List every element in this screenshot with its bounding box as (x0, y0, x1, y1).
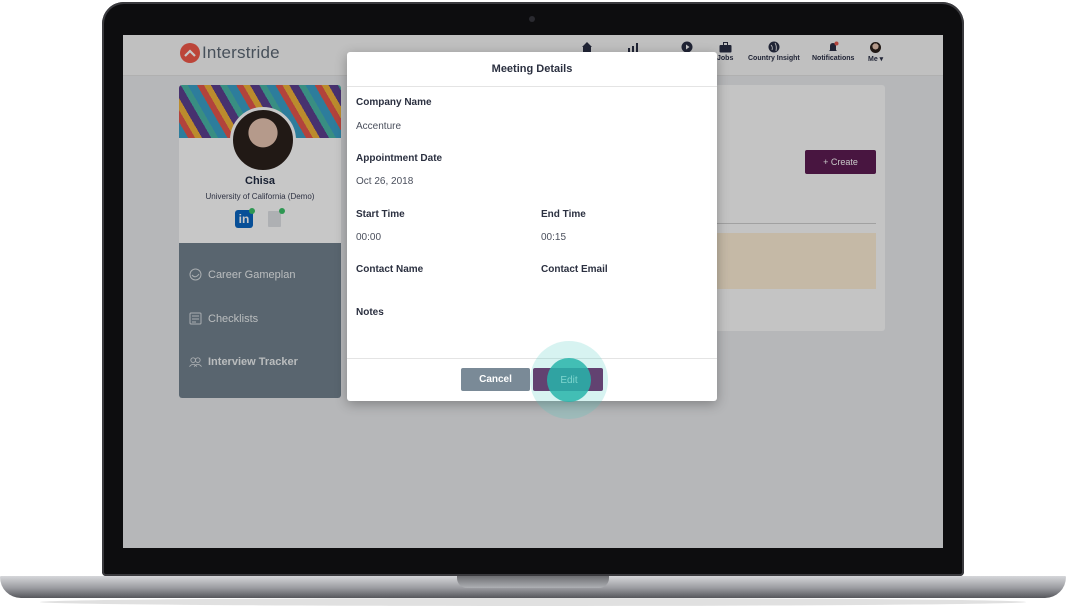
meeting-details-dialog: Meeting Details Company Name Accenture A… (347, 52, 717, 401)
dialog-title: Meeting Details (347, 52, 717, 87)
laptop-shadow (40, 598, 1026, 606)
contact-email-label: Contact Email (541, 264, 608, 275)
company-name-label: Company Name (356, 97, 432, 108)
laptop-notch (457, 576, 609, 588)
tap-indicator: Edit (547, 358, 591, 402)
appointment-date-value: Oct 26, 2018 (356, 176, 414, 187)
appointment-date-label: Appointment Date (356, 153, 443, 164)
contact-name-label: Contact Name (356, 264, 424, 275)
company-name-value: Accenture (356, 121, 402, 132)
edit-button-label[interactable]: Edit (560, 375, 577, 386)
start-time-label: Start Time (356, 209, 405, 220)
webcam (529, 16, 535, 22)
cancel-button[interactable]: Cancel (461, 368, 530, 391)
end-time-value: 00:15 (541, 232, 567, 243)
start-time-value: 00:00 (356, 232, 382, 243)
end-time-label: End Time (541, 209, 586, 220)
dialog-footer-divider (347, 358, 717, 359)
notes-label: Notes (356, 307, 384, 318)
